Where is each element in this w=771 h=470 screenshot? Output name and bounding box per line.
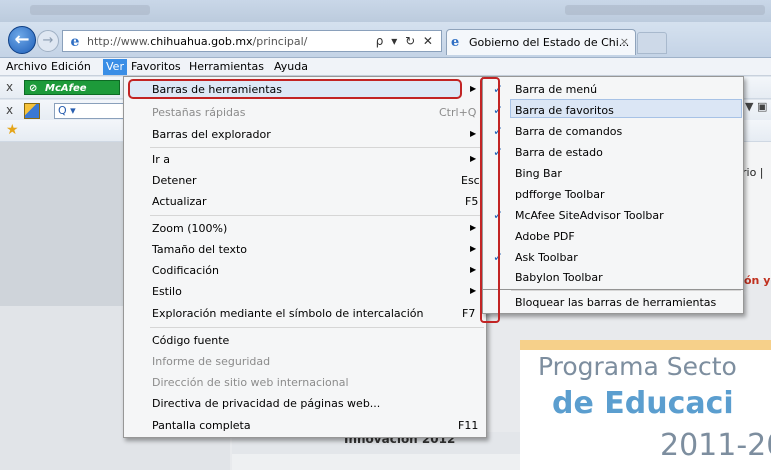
submenu-arrow-icon: ▶	[470, 244, 477, 253]
menu-item-quick-tabs[interactable]: Pestañas rápidas	[152, 106, 246, 119]
menu-favoritos[interactable]: Favoritos	[131, 60, 181, 73]
innovation-strip	[232, 454, 520, 470]
menu-herramientas[interactable]: Herramientas	[189, 60, 264, 73]
menu-ayuda[interactable]: Ayuda	[274, 60, 308, 73]
submenu-item-bing-bar[interactable]: Bing Bar	[515, 167, 562, 180]
favorites-star-icon[interactable]: ★	[6, 122, 19, 138]
menu-item-privacy-policy[interactable]: Directiva de privacidad de páginas web..…	[152, 397, 380, 410]
menu-item-source[interactable]: Código fuente	[152, 334, 229, 347]
submenu-item-mcafee[interactable]: McAfee SiteAdvisor Toolbar	[515, 209, 664, 222]
menu-item-zoom[interactable]: Zoom (100%)	[152, 222, 227, 235]
address-row: ← → e http://www.chihuahua.gob.mx/princi…	[0, 22, 771, 58]
submenu-item-adobe-pdf[interactable]: Adobe PDF	[515, 230, 575, 243]
back-arrow-icon[interactable]: ←	[8, 26, 36, 54]
menu-bar: Archivo Edición Ver Favoritos Herramient…	[0, 58, 771, 76]
address-bar[interactable]: e http://www.chihuahua.gob.mx/principal/…	[62, 30, 442, 52]
program-title-line2: de Educaci	[552, 386, 734, 421]
menu-item-encoding[interactable]: Codificación	[152, 264, 219, 277]
mcafee-button[interactable]: McAfee	[24, 80, 120, 96]
ie-tab-icon: e	[451, 35, 460, 50]
url-text: http://www.chihuahua.gob.mx/principal/	[87, 35, 308, 48]
submenu-item-pdfforge[interactable]: pdfforge Toolbar	[515, 188, 604, 201]
menu-item-security-report[interactable]: Informe de seguridad	[152, 355, 270, 368]
new-tab-button[interactable]	[637, 32, 667, 54]
toolbar-overflow-icon[interactable]: ▼ ▣	[745, 100, 767, 113]
menu-item-refresh[interactable]: Actualizar	[152, 195, 207, 208]
program-title-line3: 2011-20	[660, 428, 771, 463]
menu-item-style[interactable]: Estilo	[152, 285, 182, 298]
menu-item-international-address[interactable]: Dirección de sitio web internacional	[152, 376, 349, 389]
page-side-heading: ón y	[744, 274, 771, 287]
banner-stripe	[520, 340, 771, 350]
submenu-item-favorites-bar[interactable]: Barra de favoritos	[515, 104, 614, 117]
tab-close-icon[interactable]: ×	[620, 35, 629, 48]
submenu-arrow-icon: ▶	[470, 265, 477, 274]
toolbars-submenu: ✓ Barra de menú ✓ Barra de favoritos ✓ B…	[482, 76, 744, 290]
submenu-arrow-icon: ▶	[470, 84, 477, 93]
menu-item-text-size[interactable]: Tamaño del texto	[152, 243, 247, 256]
submenu-arrow-icon: ▶	[470, 223, 477, 232]
title-bar	[0, 0, 771, 22]
ie-logo-icon: e	[70, 34, 80, 50]
toolbar-search-box[interactable]: Q ▾	[54, 103, 124, 119]
menu-item-stop[interactable]: Detener	[152, 174, 197, 187]
submenu-item-babylon[interactable]: Babylon Toolbar	[515, 271, 603, 284]
title-blur-right	[565, 5, 765, 15]
menu-ver[interactable]: Ver	[103, 59, 127, 75]
menu-edicion[interactable]: Edición	[51, 60, 91, 73]
menu-item-toolbars[interactable]: Barras de herramientas	[152, 83, 282, 96]
browser-tab[interactable]: e Gobierno del Estado de Chi... ×	[446, 29, 636, 55]
shortcut-stop: Esc	[461, 174, 480, 187]
submenu-item-status-bar[interactable]: Barra de estado	[515, 146, 603, 159]
menu-item-go-to[interactable]: Ir a	[152, 153, 170, 166]
page-side-link[interactable]: rio |	[742, 166, 764, 179]
submenu-item-lock-toolbars[interactable]: Bloquear las barras de herramientas	[515, 296, 716, 309]
close-toolbar-icon[interactable]: x	[6, 103, 13, 117]
submenu-item-command-bar[interactable]: Barra de comandos	[515, 125, 622, 138]
menu-separator	[150, 147, 484, 148]
address-controls[interactable]: ρ ▾ ↻ ✕	[376, 34, 435, 48]
submenu-arrow-icon: ▶	[470, 129, 477, 138]
submenu-separator	[511, 290, 741, 291]
submenu-item-menu-bar[interactable]: Barra de menú	[515, 83, 597, 96]
shortcut-quick-tabs: Ctrl+Q	[439, 106, 477, 119]
menu-archivo[interactable]: Archivo	[6, 60, 47, 73]
menu-separator	[150, 327, 484, 328]
submenu-arrow-icon: ▶	[470, 154, 477, 163]
submenu-item-ask-toolbar[interactable]: Ask Toolbar	[515, 251, 578, 264]
close-toolbar-icon[interactable]: x	[6, 80, 13, 94]
program-title-line1: Programa Secto	[538, 352, 737, 381]
forward-arrow-icon[interactable]: →	[37, 30, 59, 52]
toolbars-submenu-footer: Bloquear las barras de herramientas	[482, 290, 744, 314]
menu-separator	[150, 215, 484, 216]
shortcut-full-screen: F11	[458, 419, 479, 432]
shortcut-caret-browsing: F7	[462, 307, 476, 320]
shortcut-refresh: F5	[465, 195, 479, 208]
menu-item-full-screen[interactable]: Pantalla completa	[152, 419, 251, 432]
menu-item-explorer-bars[interactable]: Barras del explorador	[152, 128, 271, 141]
checkmark-column-highlight	[480, 77, 500, 323]
title-blur-left	[30, 5, 150, 15]
submenu-arrow-icon: ▶	[470, 286, 477, 295]
menu-item-caret-browsing[interactable]: Exploración mediante el símbolo de inter…	[152, 307, 423, 320]
view-menu: Barras de herramientas ▶ Pestañas rápida…	[123, 76, 487, 438]
pencil-icon[interactable]	[24, 103, 40, 119]
tab-label: Gobierno del Estado de Chi...	[469, 36, 630, 49]
